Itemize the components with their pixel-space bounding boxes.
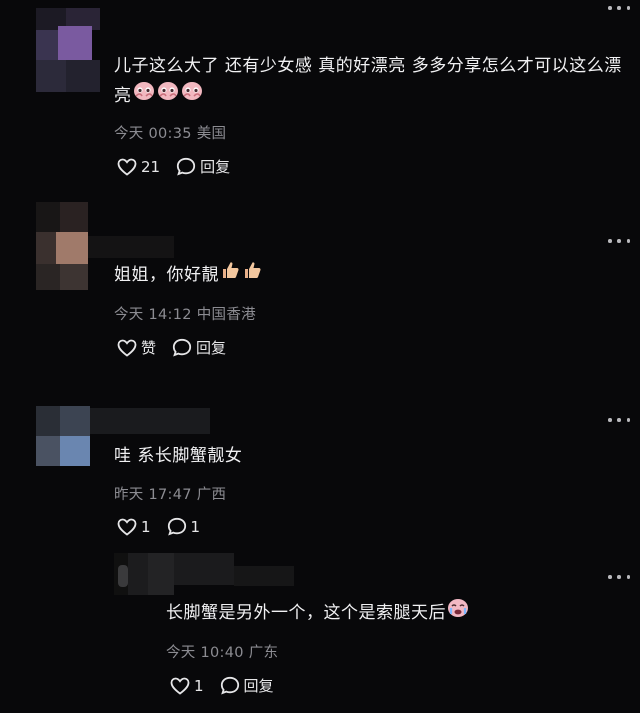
reply-button[interactable]: 1	[167, 517, 201, 536]
pleading-face-icon	[133, 81, 155, 111]
avatar[interactable]	[36, 202, 88, 290]
reply-label: 回复	[243, 677, 274, 695]
location: 美国	[196, 126, 227, 142]
reply-bubble-icon	[176, 157, 196, 176]
reply-bubble-icon	[172, 338, 192, 357]
location: 广西	[196, 487, 227, 503]
avatar[interactable]	[114, 553, 174, 595]
like-count: 1	[194, 676, 204, 695]
like-button[interactable]: 21	[117, 158, 160, 176]
comment-actions: 赞 回复	[117, 337, 242, 358]
comment-meta: 今天 14:12 中国香港	[114, 303, 256, 324]
location: 广东	[248, 645, 279, 661]
thumbs-up-icon	[242, 260, 262, 290]
like-button[interactable]: 赞	[117, 337, 156, 358]
comment-actions: 1 回复	[170, 675, 290, 696]
comment-text: 长脚蟹是另外一个，这个是索腿天后	[166, 598, 626, 628]
avatar[interactable]	[36, 406, 90, 466]
crying-face-icon	[447, 598, 469, 628]
more-options-button[interactable]	[608, 415, 630, 425]
timestamp: 今天 14:12	[114, 307, 192, 323]
comment-actions: 1 1	[117, 517, 216, 536]
timestamp: 今天 00:35	[114, 126, 192, 142]
timestamp: 昨天 17:47	[114, 487, 192, 503]
reply-button[interactable]: 回复	[172, 337, 226, 358]
comment-meta: 今天 00:35 美国	[114, 122, 226, 143]
comment-meta: 今天 10:40 广东	[166, 641, 278, 662]
avatar-blur	[234, 566, 294, 586]
like-button[interactable]: 1	[117, 518, 151, 536]
comment-text: 儿子这么大了 还有少女感 真的好漂亮 多多分享怎么才可以这么漂亮	[114, 52, 624, 111]
reply-bubble-icon	[167, 517, 186, 536]
pleading-face-icon	[181, 81, 203, 111]
reply-label: 回复	[200, 158, 231, 176]
like-button[interactable]: 1	[170, 677, 204, 695]
pleading-face-icon	[157, 81, 179, 111]
location: 中国香港	[196, 307, 256, 323]
comment-meta: 昨天 17:47 广西	[114, 483, 226, 504]
more-options-button[interactable]	[608, 572, 630, 582]
avatar-blur	[88, 236, 174, 258]
reply-bubble-icon	[220, 676, 239, 695]
comment-text: 姐姐，你好靚	[114, 260, 614, 290]
comment-actions: 21 回复	[117, 156, 246, 177]
like-count: 1	[141, 517, 151, 536]
reply-count: 1	[190, 517, 201, 536]
heart-icon	[117, 518, 137, 536]
more-options-button[interactable]	[608, 236, 630, 246]
thumbs-up-icon	[220, 260, 240, 290]
heart-icon	[117, 158, 137, 176]
reply-label: 回复	[196, 339, 227, 357]
like-count: 21	[141, 157, 161, 176]
comment-text: 哇 系长脚蟹靓女	[114, 446, 243, 466]
avatar-blur	[90, 408, 210, 434]
heart-icon	[117, 339, 137, 357]
timestamp: 今天 10:40	[166, 645, 244, 661]
heart-icon	[170, 677, 190, 695]
more-options-button[interactable]	[608, 3, 630, 13]
avatar-blur	[174, 553, 234, 585]
avatar[interactable]	[36, 8, 100, 92]
like-count: 赞	[141, 339, 157, 357]
reply-button[interactable]: 回复	[220, 675, 274, 696]
reply-button[interactable]: 回复	[176, 156, 230, 177]
